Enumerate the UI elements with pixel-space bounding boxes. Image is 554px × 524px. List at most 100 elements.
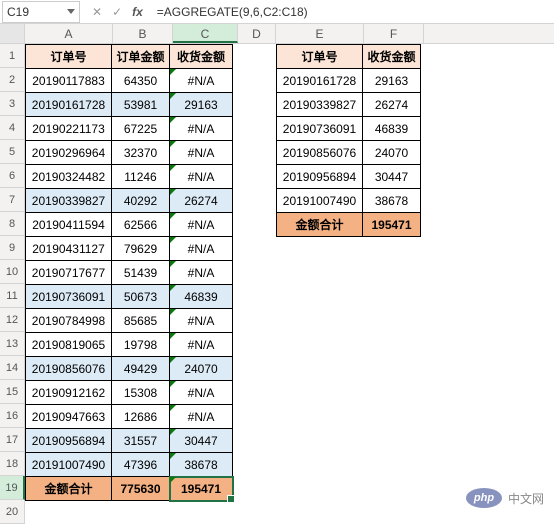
side-table[interactable]: 订单号收货金额201901617282916320190339827262742… [276,44,421,237]
cell[interactable]: #N/A [170,141,233,165]
cell[interactable]: 38678 [363,189,421,213]
cell[interactable]: 51439 [112,261,170,285]
cell[interactable]: #N/A [170,237,233,261]
row-header-8[interactable]: 8 [0,212,25,236]
confirm-icon[interactable]: ✓ [112,5,122,19]
cell[interactable]: 20190819065 [26,333,112,357]
cell[interactable]: 26274 [170,189,233,213]
cell[interactable]: 20190431127 [26,237,112,261]
cell[interactable]: 24070 [170,357,233,381]
cell[interactable]: 20190912162 [26,381,112,405]
side-header-cell[interactable]: 收货金额 [363,45,421,69]
row-header-20[interactable]: 20 [0,500,25,524]
name-box[interactable]: C19 [2,1,80,23]
cell[interactable]: 15308 [112,381,170,405]
cell[interactable]: 11246 [112,165,170,189]
main-table[interactable]: 订单号订单金额收货金额2019011788364350#N/A201901617… [25,44,233,501]
cell[interactable]: #N/A [170,309,233,333]
side-sum-label[interactable]: 金额合计 [277,213,363,237]
col-header-E[interactable]: E [276,24,364,43]
cell[interactable]: 20190161728 [277,69,363,93]
fx-icon[interactable]: fx [132,5,143,19]
cell[interactable]: 30447 [363,165,421,189]
cell[interactable]: #N/A [170,333,233,357]
cell[interactable]: 20190956894 [277,165,363,189]
cell[interactable]: 20190736091 [26,285,112,309]
cell[interactable]: 49429 [112,357,170,381]
row-header-13[interactable]: 13 [0,332,25,356]
row-header-16[interactable]: 16 [0,404,25,428]
cell[interactable]: 20190339827 [26,189,112,213]
sum-label[interactable]: 金额合计 [26,477,112,501]
cell[interactable]: 46839 [170,285,233,309]
cell[interactable]: #N/A [170,69,233,93]
cell[interactable]: #N/A [170,165,233,189]
col-header-D[interactable]: D [238,24,276,43]
cell[interactable]: 20190956894 [26,429,112,453]
main-header-cell[interactable]: 订单号 [26,45,112,69]
side-sum-value[interactable]: 195471 [363,213,421,237]
cell[interactable]: 26274 [363,93,421,117]
cell[interactable]: 32370 [112,141,170,165]
cell[interactable]: 30447 [170,429,233,453]
cell[interactable]: 20190411594 [26,213,112,237]
cell[interactable]: 20190784998 [26,309,112,333]
row-header-1[interactable]: 1 [0,44,25,68]
cell[interactable]: 85685 [112,309,170,333]
cell[interactable]: 64350 [112,69,170,93]
col-header-C[interactable]: C [173,24,238,43]
cell[interactable]: #N/A [170,213,233,237]
cell[interactable]: 20190161728 [26,93,112,117]
cell[interactable]: #N/A [170,117,233,141]
cell[interactable]: 24070 [363,141,421,165]
cancel-icon[interactable]: ✕ [92,5,102,19]
cell[interactable]: 20190339827 [277,93,363,117]
cell[interactable]: 12686 [112,405,170,429]
cell[interactable]: 46839 [363,117,421,141]
row-header-19[interactable]: 19 [0,476,25,500]
cell[interactable]: 20190221173 [26,117,112,141]
col-header-B[interactable]: B [113,24,173,43]
cell[interactable]: #N/A [170,381,233,405]
row-header-18[interactable]: 18 [0,452,25,476]
row-header-3[interactable]: 3 [0,92,25,116]
cell[interactable]: 20190324482 [26,165,112,189]
cell[interactable]: 20190856076 [26,357,112,381]
row-header-2[interactable]: 2 [0,68,25,92]
row-header-10[interactable]: 10 [0,260,25,284]
row-header-11[interactable]: 11 [0,284,25,308]
cell[interactable]: 62566 [112,213,170,237]
cell[interactable]: 20190296964 [26,141,112,165]
cell[interactable]: #N/A [170,261,233,285]
row-header-7[interactable]: 7 [0,188,25,212]
cell[interactable]: 20190856076 [277,141,363,165]
col-header-F[interactable]: F [364,24,424,43]
row-header-14[interactable]: 14 [0,356,25,380]
row-header-17[interactable]: 17 [0,428,25,452]
cell[interactable]: #N/A [170,405,233,429]
row-header-5[interactable]: 5 [0,140,25,164]
cell[interactable]: 20190717677 [26,261,112,285]
cell[interactable]: 29163 [170,93,233,117]
cell[interactable]: 20190736091 [277,117,363,141]
row-header-9[interactable]: 9 [0,236,25,260]
cell[interactable]: 38678 [170,453,233,477]
cell[interactable]: 31557 [112,429,170,453]
main-header-cell[interactable]: 订单金额 [112,45,170,69]
col-header-A[interactable]: A [25,24,113,43]
chevron-down-icon[interactable] [67,9,75,14]
select-all-corner[interactable] [0,24,25,43]
cell[interactable]: 79629 [112,237,170,261]
row-header-15[interactable]: 15 [0,380,25,404]
cell[interactable]: 20190947663 [26,405,112,429]
side-header-cell[interactable]: 订单号 [277,45,363,69]
sum-b[interactable]: 775630 [112,477,170,501]
active-cell[interactable]: 195471 [170,477,233,501]
row-header-12[interactable]: 12 [0,308,25,332]
main-header-cell[interactable]: 收货金额 [170,45,233,69]
cell[interactable]: 29163 [363,69,421,93]
cell[interactable]: 19798 [112,333,170,357]
formula-input[interactable]: =AGGREGATE(9,6,C2:C18) [151,1,554,23]
cell[interactable]: 47396 [112,453,170,477]
row-header-6[interactable]: 6 [0,164,25,188]
